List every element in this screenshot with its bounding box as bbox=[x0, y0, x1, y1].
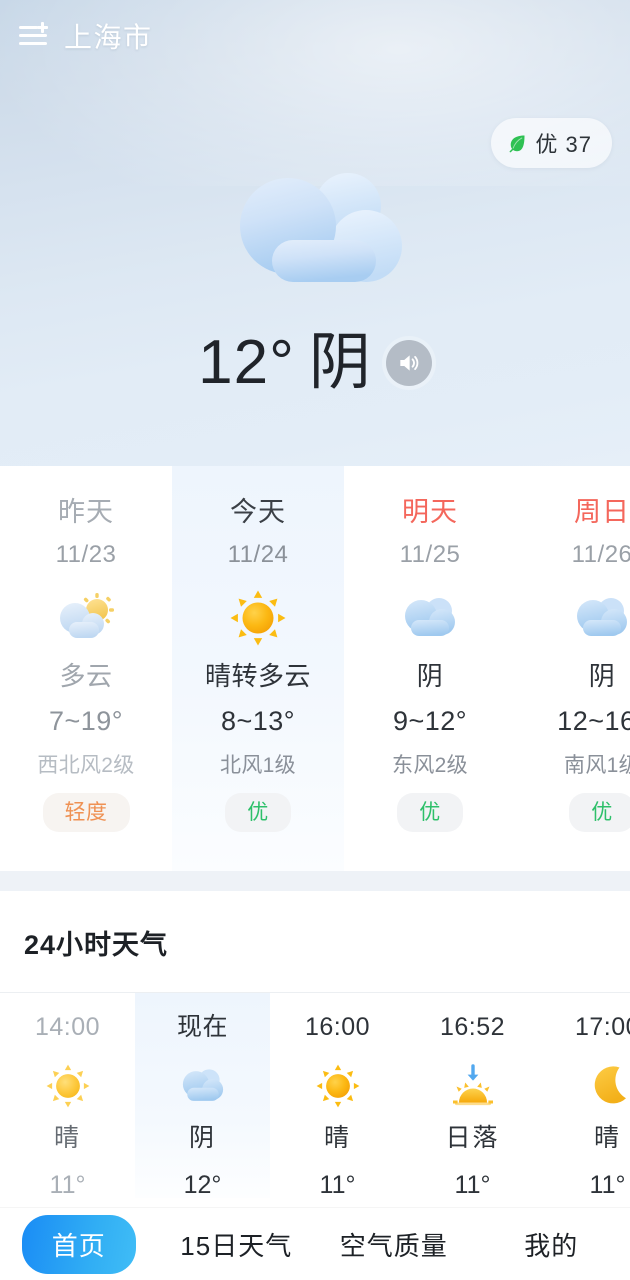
hour-temperature: 12° bbox=[183, 1171, 222, 1199]
day-condition: 阴 bbox=[588, 661, 616, 691]
moon-icon bbox=[586, 1058, 630, 1114]
day-aqi-badge: 优 bbox=[225, 793, 291, 832]
top-bar: 上海市 bbox=[0, 0, 630, 72]
day-label: 昨天 bbox=[58, 497, 114, 527]
day-wind: 西北风2级 bbox=[37, 754, 135, 777]
hourly-row: 14:00 晴 11° 现在 阴 12° 16:00 晴 11° 16:52 日… bbox=[0, 993, 630, 1198]
aqi-badge-text: 优 37 bbox=[535, 132, 592, 157]
sunset-icon bbox=[446, 1058, 500, 1114]
daily-card-tomorrow[interactable]: 明天 11/25 阴 9~12° 东风2级 优 bbox=[344, 466, 516, 871]
hamburger-plus-icon[interactable] bbox=[18, 22, 52, 49]
day-aqi-badge: 优 bbox=[569, 793, 630, 832]
day-temperature: 7~19° bbox=[48, 706, 124, 736]
day-date: 11/24 bbox=[227, 541, 289, 568]
tab-home[interactable]: 首页 bbox=[0, 1214, 158, 1274]
current-weather-line: 12° 阴 bbox=[0, 332, 630, 394]
day-aqi-badge: 优 bbox=[397, 793, 463, 832]
day-wind: 南风1级 bbox=[564, 754, 630, 777]
hour-condition: 晴 bbox=[323, 1124, 351, 1152]
day-temperature: 9~12° bbox=[392, 706, 468, 736]
hourly-forecast-section: 24小时天气 14:00 晴 11° 现在 阴 12° 16:00 晴 11° … bbox=[0, 891, 630, 1201]
hour-item[interactable]: 17:00 晴 11° bbox=[540, 993, 630, 1198]
aqi-badge[interactable]: 优 37 bbox=[491, 118, 612, 168]
hour-time: 14:00 bbox=[34, 1013, 101, 1041]
hour-item-now[interactable]: 现在 阴 12° bbox=[135, 993, 270, 1198]
menu-line-2 bbox=[19, 34, 47, 38]
hour-item[interactable]: 14:00 晴 11° bbox=[0, 993, 135, 1198]
day-condition: 阴 bbox=[416, 661, 444, 691]
daily-forecast-strip: 昨天 11/23 多云 7~19° 西北风2级 轻度 今天 11/24 晴转多云… bbox=[0, 466, 630, 871]
partly-cloudy-icon bbox=[53, 587, 119, 649]
tab-home-label: 首页 bbox=[21, 1214, 136, 1274]
day-label: 今天 bbox=[230, 497, 286, 527]
hour-condition: 日落 bbox=[445, 1124, 500, 1152]
plus-icon bbox=[37, 22, 48, 33]
cloud-icon bbox=[240, 173, 402, 282]
hour-time: 16:52 bbox=[439, 1013, 506, 1041]
section-divider-band bbox=[0, 871, 630, 891]
current-temperature: 12° bbox=[198, 328, 295, 397]
day-label: 明天 bbox=[402, 497, 458, 527]
hour-time: 16:00 bbox=[304, 1013, 371, 1041]
cloud-icon bbox=[174, 1058, 232, 1114]
day-wind: 北风1级 bbox=[220, 754, 296, 777]
hour-temperature: 11° bbox=[454, 1171, 491, 1199]
hour-time: 17:00 bbox=[574, 1013, 630, 1041]
day-aqi-badge: 轻度 bbox=[42, 793, 130, 832]
sun-icon bbox=[229, 587, 287, 649]
hour-item[interactable]: 16:00 晴 11° bbox=[270, 993, 405, 1198]
tab-profile[interactable]: 我的 bbox=[473, 1226, 630, 1263]
day-condition: 多云 bbox=[59, 661, 113, 691]
cloud-icon bbox=[569, 587, 630, 649]
tab-profile-label: 我的 bbox=[524, 1230, 579, 1261]
tab-15day-forecast[interactable]: 15日天气 bbox=[158, 1226, 316, 1263]
hour-item[interactable]: 16:52 日落 11° bbox=[405, 993, 540, 1198]
daily-card-sunday[interactable]: 周日 11/26 阴 12~16° 南风1级 优 bbox=[516, 466, 630, 871]
leaf-icon bbox=[509, 135, 525, 153]
hourly-section-title: 24小时天气 bbox=[24, 930, 169, 960]
tab-air-quality-label: 空气质量 bbox=[339, 1230, 448, 1261]
sun-icon bbox=[315, 1058, 361, 1114]
menu-line-3 bbox=[19, 42, 47, 46]
speaker-icon[interactable] bbox=[385, 340, 432, 386]
city-name[interactable]: 上海市 bbox=[64, 16, 153, 56]
day-date: 11/26 bbox=[571, 541, 630, 568]
cloud-icon bbox=[397, 587, 463, 649]
day-wind: 东风2级 bbox=[392, 754, 468, 777]
hour-temperature: 11° bbox=[49, 1171, 86, 1199]
day-temperature: 8~13° bbox=[220, 706, 296, 736]
day-label: 周日 bbox=[574, 497, 630, 527]
hour-condition: 晴 bbox=[53, 1124, 81, 1152]
hour-temperature: 11° bbox=[319, 1171, 356, 1199]
daily-card-today[interactable]: 今天 11/24 晴转多云 8~13° 北风1级 优 bbox=[172, 466, 344, 871]
day-temperature: 12~16° bbox=[557, 706, 630, 736]
tab-15day-label: 15日天气 bbox=[180, 1230, 293, 1261]
day-condition: 晴转多云 bbox=[204, 661, 311, 691]
menu-line-1 bbox=[19, 26, 38, 30]
day-date: 11/25 bbox=[399, 541, 461, 568]
day-date: 11/23 bbox=[55, 541, 117, 568]
hour-condition: 晴 bbox=[593, 1124, 621, 1152]
bottom-tab-bar: 首页 15日天气 空气质量 我的 bbox=[0, 1208, 630, 1280]
hour-time: 现在 bbox=[176, 1013, 228, 1041]
hour-temperature: 11° bbox=[589, 1171, 626, 1199]
hero-weather-panel: 上海市 优 37 12° 阴 bbox=[0, 0, 630, 466]
sun-icon bbox=[45, 1058, 91, 1114]
current-condition: 阴 bbox=[308, 328, 372, 397]
hour-condition: 阴 bbox=[188, 1124, 216, 1152]
tab-air-quality[interactable]: 空气质量 bbox=[315, 1226, 473, 1263]
daily-card-yesterday[interactable]: 昨天 11/23 多云 7~19° 西北风2级 轻度 bbox=[0, 466, 172, 871]
